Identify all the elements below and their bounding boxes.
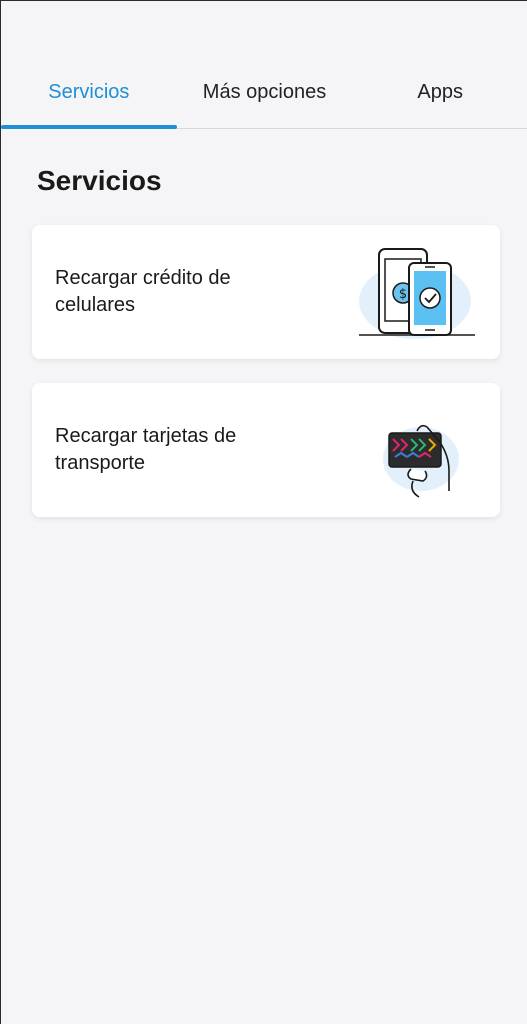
card-label: Recargar tarjetas de transporte [55, 425, 237, 474]
svg-text:$: $ [399, 287, 407, 302]
app-screen: Servicios Más opciones Apps Servicios Re… [0, 0, 527, 1024]
section-title: Servicios [37, 165, 162, 196]
tab-apps[interactable]: Apps [352, 61, 527, 128]
card-label: Recargar crédito de celulares [55, 267, 231, 316]
phone-recharge-icon: $ [359, 248, 475, 339]
transport-card-icon [383, 424, 459, 498]
tab-servicios[interactable]: Servicios [1, 61, 177, 129]
card-recargar-transporte[interactable]: Recargar tarjetas de transporte [32, 383, 500, 517]
tab-mas-opciones[interactable]: Más opciones [177, 61, 353, 128]
tab-bar: Servicios Más opciones Apps [1, 61, 527, 129]
card-recargar-celulares[interactable]: Recargar crédito de celulares $ [32, 225, 500, 359]
